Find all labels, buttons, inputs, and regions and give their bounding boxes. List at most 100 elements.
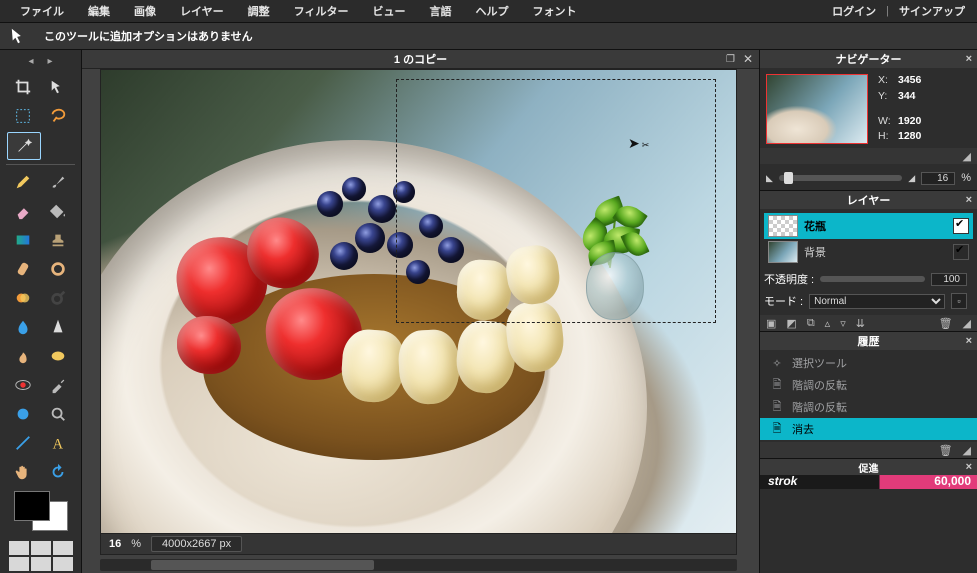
promo-title: 促進 (859, 460, 879, 475)
tool-brush[interactable] (42, 169, 74, 195)
menu-view[interactable]: ビュー (360, 3, 417, 19)
tool-lasso[interactable] (42, 103, 74, 129)
layer-visibility-checkbox[interactable] (953, 244, 969, 260)
layer-visibility-checkbox[interactable] (953, 218, 969, 234)
history-footer: 🗑 ◢ (760, 442, 977, 458)
layer-mask-icon[interactable]: ◩ (786, 317, 796, 330)
login-link[interactable]: ログイン (828, 3, 880, 19)
mode-toggle-icon[interactable]: ▫ (951, 293, 967, 309)
menu-font[interactable]: フォント (520, 3, 588, 19)
history-item[interactable]: 🗎 階調の反転 (760, 374, 977, 396)
layer-row-background[interactable]: 背景 (764, 239, 973, 265)
toolbox-tab-next[interactable]: ▸ (48, 56, 53, 70)
panel-column: ナビゲーター × X:3456 Y:344 W:1920 H:1280 ◢ (759, 50, 977, 573)
status-dimensions[interactable]: 4000x2667 px (151, 536, 242, 552)
tool-gradient[interactable] (7, 227, 39, 253)
canvas-hscrollbar[interactable] (100, 559, 737, 571)
promo-header[interactable]: 促進 × (760, 459, 977, 475)
menu-filter[interactable]: フィルター (282, 3, 361, 19)
canvas-viewport[interactable]: ➤✂ 16 % 4000x2667 px (82, 69, 759, 573)
tool-redeye[interactable] (7, 372, 39, 398)
layout-presets[interactable] (4, 541, 77, 571)
layer-down-icon[interactable]: ▿ (840, 317, 846, 330)
history-item[interactable]: 🗎 階調の反転 (760, 396, 977, 418)
tool-crop[interactable] (7, 74, 39, 100)
restore-window-icon[interactable]: ❐ (726, 54, 735, 65)
history-item[interactable]: ✧ 選択ツール (760, 352, 977, 374)
menu-edit[interactable]: 編集 (76, 3, 122, 19)
promo-banner[interactable]: strok 60,000 (760, 475, 977, 489)
layer-new-icon[interactable]: ▣ (766, 317, 776, 330)
layers-panel: レイヤー × 花瓶 背景 不透明度 : 100 (760, 191, 977, 332)
nav-w: 1920 (898, 115, 921, 129)
layer-up-icon[interactable]: ▵ (825, 317, 831, 330)
opacity-value[interactable]: 100 (931, 273, 967, 286)
layers-close-icon[interactable]: × (966, 194, 972, 206)
tool-pencil[interactable] (7, 169, 39, 195)
history-header[interactable]: 履歴 × (760, 332, 977, 350)
tool-bucket[interactable] (42, 198, 74, 224)
layer-merge-icon[interactable]: ⇊ (856, 317, 865, 330)
menu-help[interactable]: ヘルプ (463, 3, 520, 19)
navigator-close-icon[interactable]: × (966, 53, 972, 65)
foreground-color[interactable] (14, 491, 50, 521)
menu-layer[interactable]: レイヤー (168, 3, 236, 19)
tool-stamp[interactable] (42, 227, 74, 253)
tool-move[interactable] (42, 74, 74, 100)
tool-smudge[interactable] (7, 343, 39, 369)
zoom-out-icon[interactable]: ◣ (766, 173, 773, 184)
blend-mode-select[interactable]: Normal (809, 294, 945, 309)
tool-dodge[interactable] (42, 285, 74, 311)
navigator-zoom-slider[interactable]: ◣ ◢ 16 % (766, 170, 971, 186)
navigator-header[interactable]: ナビゲーター × (760, 50, 977, 68)
menu-image[interactable]: 画像 (122, 3, 168, 19)
navigator-thumbnail[interactable] (766, 74, 868, 144)
layer-name[interactable]: 背景 (804, 244, 947, 260)
layer-mode-control[interactable]: モード : Normal ▫ (764, 293, 973, 309)
svg-text:A: A (53, 436, 64, 452)
tool-sponge[interactable] (42, 343, 74, 369)
status-zoom-value[interactable]: 16 (109, 538, 121, 550)
signup-link[interactable]: サインアップ (895, 3, 969, 19)
layer-grip-icon[interactable]: ◢ (963, 317, 971, 330)
tool-eraser[interactable] (7, 198, 39, 224)
menu-lang[interactable]: 言語 (417, 3, 463, 19)
history-label: 消去 (792, 421, 814, 437)
color-swatches[interactable] (4, 491, 77, 531)
tool-zoom[interactable] (42, 401, 74, 427)
close-document-icon[interactable]: ✕ (743, 52, 753, 66)
tool-line[interactable] (7, 430, 39, 456)
layer-row-vase[interactable]: 花瓶 (764, 213, 973, 239)
tool-rotate[interactable] (42, 459, 74, 485)
history-close-icon[interactable]: × (966, 335, 972, 347)
tool-sharpen[interactable] (42, 314, 74, 340)
history-grip-icon[interactable]: ◢ (963, 444, 971, 457)
toolbox-tab-prev[interactable]: ◂ (28, 56, 33, 70)
layer-dup-icon[interactable]: ⧉ (807, 317, 815, 330)
nav-footer-grip-icon[interactable]: ◢ (766, 150, 971, 163)
canvas-image[interactable]: ➤✂ (100, 69, 737, 535)
layer-delete-icon[interactable]: 🗑 (939, 317, 953, 330)
zoom-in-icon[interactable]: ◢ (908, 173, 915, 184)
navigator-zoom-value[interactable]: 16 (921, 172, 955, 185)
tool-shape[interactable] (7, 401, 39, 427)
history-delete-icon[interactable]: 🗑 (939, 444, 953, 457)
tool-blur[interactable] (7, 314, 39, 340)
history-item[interactable]: 🗎 消去 (760, 418, 977, 440)
tool-patch[interactable] (42, 256, 74, 282)
layers-header[interactable]: レイヤー × (760, 191, 977, 209)
tool-text[interactable]: A (42, 430, 74, 456)
image-strawberry (177, 316, 241, 374)
layer-name[interactable]: 花瓶 (804, 218, 947, 234)
promo-close-icon[interactable]: × (966, 461, 972, 473)
tool-blend[interactable] (7, 285, 39, 311)
tool-marquee[interactable] (7, 103, 39, 129)
tool-hand[interactable] (7, 459, 39, 485)
document-tab-title[interactable]: 1 のコピー (394, 51, 447, 67)
menu-adjust[interactable]: 調整 (236, 3, 282, 19)
menu-file[interactable]: ファイル (8, 3, 76, 19)
tool-wand[interactable] (7, 132, 41, 160)
tool-picker[interactable] (42, 372, 74, 398)
tool-heal[interactable] (7, 256, 39, 282)
layer-opacity-control[interactable]: 不透明度 : 100 (764, 271, 973, 287)
